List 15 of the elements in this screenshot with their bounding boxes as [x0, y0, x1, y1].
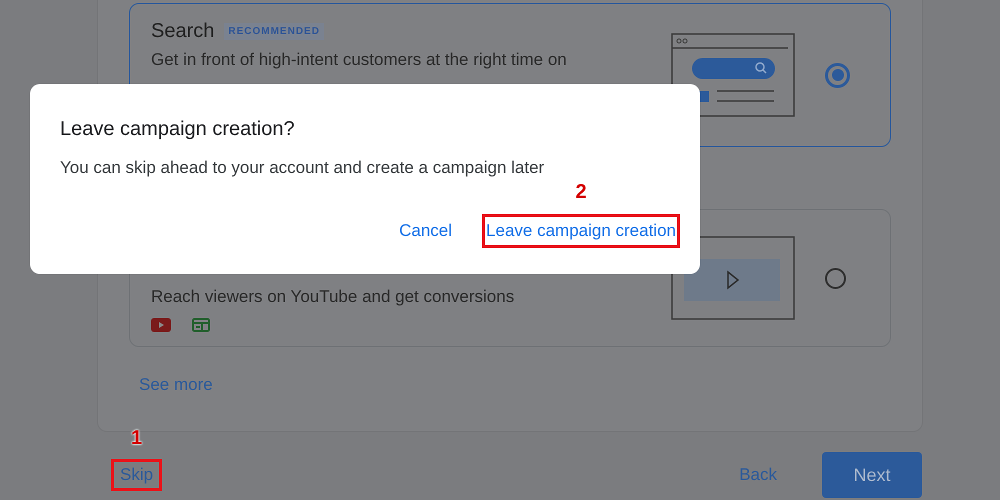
highlight-frame: [111, 459, 162, 491]
next-button[interactable]: Next: [822, 452, 922, 498]
option-description: Get in front of high-intent customers at the right time on: [151, 49, 568, 71]
step-number: 1: [130, 427, 142, 450]
step-number: 2: [575, 181, 587, 204]
option-description: Reach viewers on YouTube and get conversions: [151, 286, 516, 308]
layout-icon: [192, 318, 210, 332]
recommended-badge: RECOMMENDED: [224, 23, 324, 40]
dialog-message: You can skip ahead to your account and create a campaign later: [60, 158, 546, 178]
cancel-button[interactable]: Cancel: [399, 221, 452, 240]
option-title: Search: [151, 20, 214, 43]
radio-button[interactable]: [825, 268, 846, 288]
radio-button[interactable]: [825, 62, 850, 88]
leave-button[interactable]: Leave campaign creation: [486, 221, 676, 240]
play-icon: [151, 318, 171, 332]
